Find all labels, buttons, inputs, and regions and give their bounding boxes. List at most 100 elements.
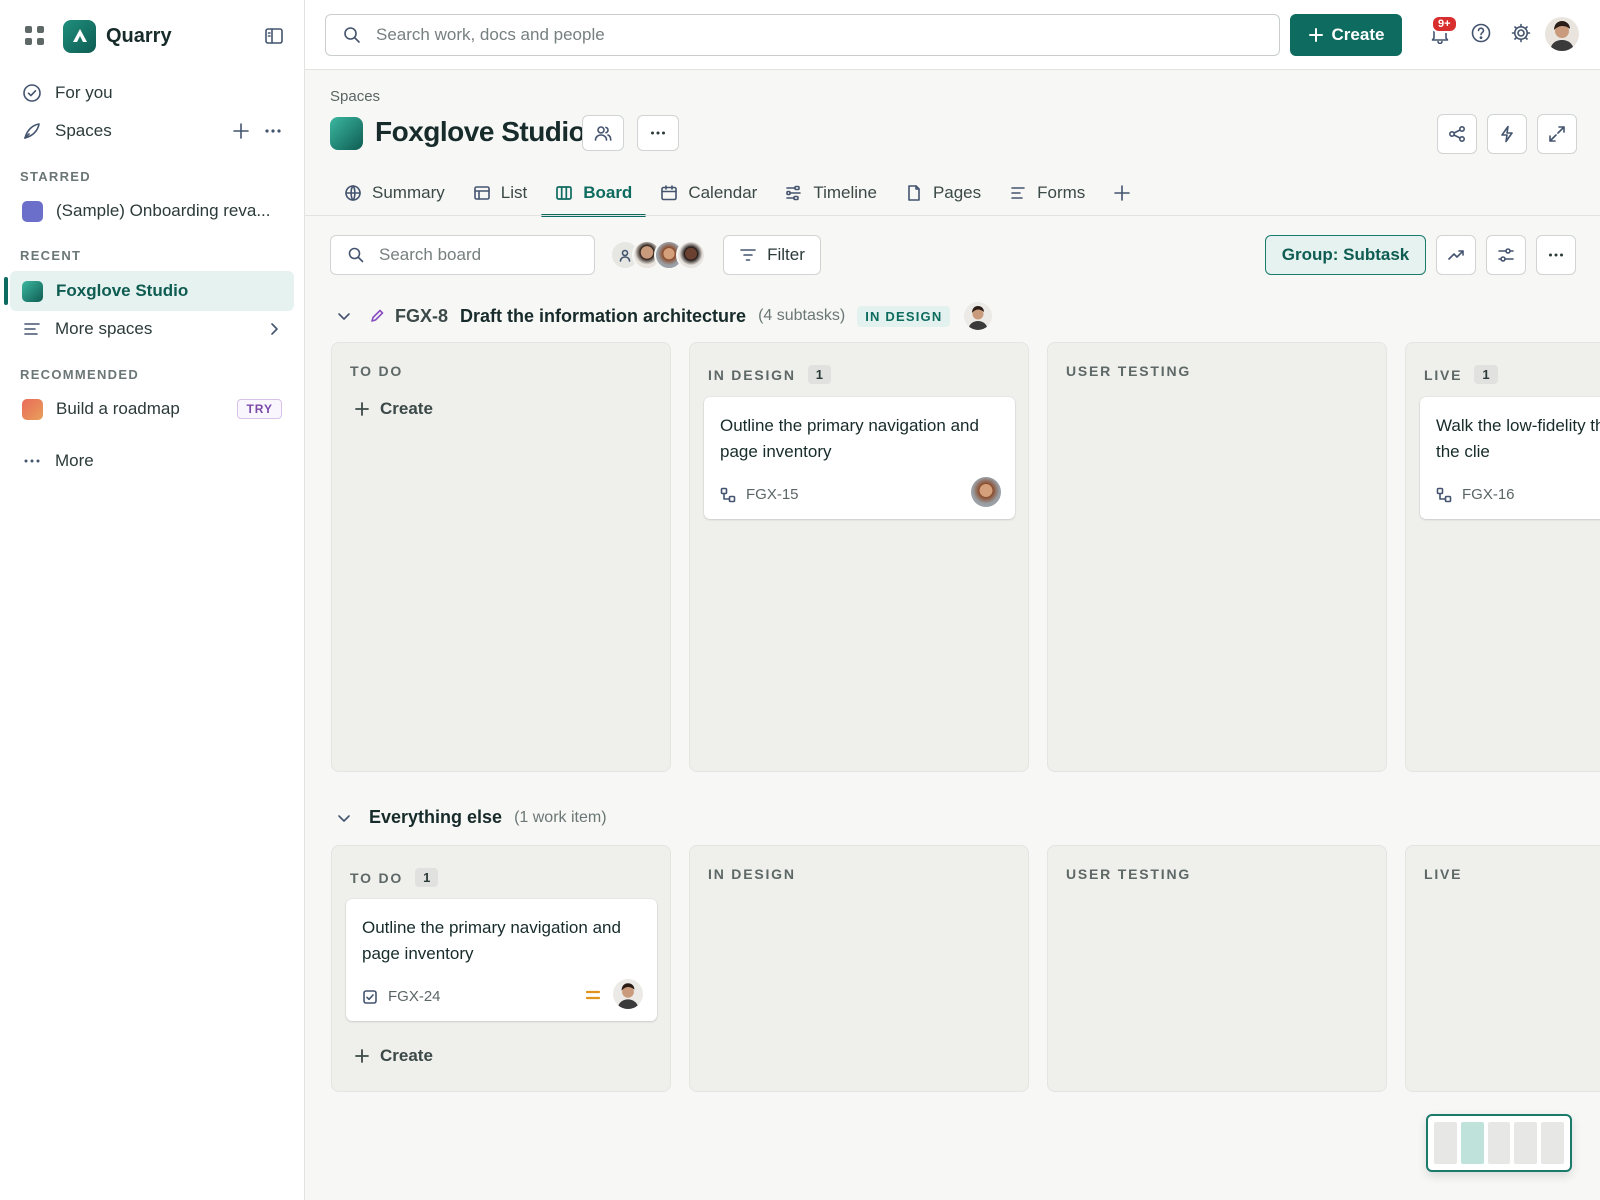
work-item-card-fgx-24[interactable]: Outline the primary navigation and page … — [346, 899, 657, 1021]
minimap-column — [1514, 1122, 1538, 1164]
column-title: TO DO — [350, 363, 403, 379]
tab-summary[interactable]: Summary — [330, 170, 459, 216]
column-title: LIVE 1 — [1424, 365, 1498, 384]
parent-item-title[interactable]: Draft the information architecture — [460, 306, 746, 327]
help-icon[interactable] — [1470, 22, 1492, 44]
column-title: IN DESIGN 1 — [708, 365, 831, 384]
board-more-button[interactable] — [1536, 235, 1576, 275]
sidebar-item-starred-onboarding[interactable]: (Sample) Onboarding reva... — [10, 192, 294, 230]
quarry-logo-icon[interactable] — [63, 19, 96, 53]
forms-icon — [1009, 184, 1027, 202]
plus-icon — [1308, 27, 1324, 43]
app-switcher-icon[interactable] — [24, 25, 46, 47]
share-button[interactable] — [1437, 114, 1477, 154]
insights-button[interactable] — [1436, 235, 1476, 275]
minimap-viewport — [1460, 1122, 1484, 1164]
tab-list[interactable]: List — [459, 170, 541, 216]
space-tabs: Summary List Board Calendar Timeline Pag… — [330, 170, 1145, 217]
add-tab-button[interactable] — [1099, 170, 1145, 216]
global-search-input[interactable]: Search work, docs and people — [325, 14, 1280, 56]
lines-icon — [22, 319, 42, 339]
user-avatar[interactable] — [1545, 17, 1579, 51]
fullscreen-button[interactable] — [1537, 114, 1577, 154]
sidebar-item-more[interactable]: More — [10, 442, 294, 480]
column-user-testing: USER TESTING — [1047, 845, 1387, 1092]
column-in-design: IN DESIGN 1 Outline the primary navigati… — [689, 342, 1029, 772]
column-title: USER TESTING — [1066, 866, 1191, 882]
timeline-icon — [785, 184, 803, 202]
board-search-input[interactable]: Search board — [330, 235, 595, 275]
search-placeholder: Search work, docs and people — [376, 25, 605, 44]
collapse-sidebar-icon[interactable] — [264, 26, 284, 46]
tab-pages[interactable]: Pages — [891, 170, 995, 216]
column-to-do: TO DO 1 Outline the primary navigation a… — [331, 845, 671, 1092]
group-by-button[interactable]: Group: Subtask — [1265, 235, 1426, 275]
sidebar-item-label: (Sample) Onboarding reva... — [56, 201, 271, 220]
subtask-icon — [720, 487, 736, 503]
plus-icon — [354, 1048, 370, 1064]
notification-badge: 9+ — [1431, 15, 1458, 33]
globe-icon — [344, 184, 362, 202]
sidebar-item-foxglove-studio[interactable]: Foxglove Studio — [10, 271, 294, 311]
page-icon — [905, 184, 923, 202]
tab-calendar[interactable]: Calendar — [646, 170, 771, 216]
create-item-button[interactable]: Create — [354, 399, 433, 419]
space-more-button[interactable] — [637, 115, 679, 151]
add-space-icon[interactable] — [232, 122, 250, 140]
tab-label: Forms — [1037, 183, 1086, 202]
space-members-button[interactable] — [582, 115, 624, 151]
tab-forms[interactable]: Forms — [995, 170, 1099, 216]
column-title-text: USER TESTING — [1066, 866, 1192, 882]
breadcrumb[interactable]: Spaces — [330, 88, 380, 105]
view-settings-button[interactable] — [1486, 235, 1526, 275]
more-icon[interactable] — [264, 122, 282, 140]
assignee-avatar[interactable] — [971, 477, 1001, 507]
sidebar-item-more-spaces[interactable]: More spaces — [10, 310, 294, 348]
more-icon — [22, 451, 42, 471]
people-icon — [594, 124, 612, 142]
minimap-column — [1541, 1122, 1564, 1164]
card-key[interactable]: FGX-16 — [1462, 486, 1515, 503]
sidebar: Quarry For you Spaces STARRED (Sample) O… — [0, 0, 305, 1200]
create-item-button[interactable]: Create — [354, 1046, 433, 1066]
sidebar-item-build-roadmap[interactable]: Build a roadmap TRY — [10, 390, 294, 428]
filter-button[interactable]: Filter — [723, 235, 821, 275]
tab-board[interactable]: Board — [541, 170, 647, 217]
chevron-down-icon[interactable] — [335, 809, 353, 827]
swimlane-header-everything-else[interactable]: Everything else (1 work item) — [335, 807, 607, 828]
task-checkbox-icon — [362, 989, 378, 1005]
space-icon — [330, 117, 363, 150]
tab-label: List — [500, 183, 528, 202]
work-item-card-fgx-16[interactable]: Walk the low-fidelity through with the c… — [1420, 397, 1600, 519]
check-circle-icon — [22, 83, 42, 103]
card-key[interactable]: FGX-24 — [388, 988, 441, 1005]
rocket-icon — [22, 121, 42, 141]
tab-label: Summary — [372, 183, 445, 202]
create-button[interactable]: Create — [1290, 14, 1402, 56]
assignee-avatar[interactable] — [964, 302, 993, 330]
column-title-text: TO DO — [350, 363, 404, 379]
assignee-avatar[interactable] — [676, 240, 706, 270]
app-name[interactable]: Quarry — [106, 25, 172, 48]
assignee-avatar[interactable] — [613, 979, 643, 1009]
status-badge: IN DESIGN — [857, 305, 951, 327]
tabs-divider — [305, 215, 1600, 216]
tab-timeline[interactable]: Timeline — [771, 170, 891, 216]
starred-heading: STARRED — [20, 169, 91, 184]
sidebar-item-label: Spaces — [55, 121, 112, 140]
board-minimap[interactable] — [1426, 1114, 1572, 1172]
chevron-down-icon[interactable] — [335, 307, 353, 325]
recent-heading: RECENT — [20, 248, 82, 263]
space-color-icon — [22, 280, 43, 302]
sidebar-item-spaces[interactable]: Spaces — [10, 112, 294, 150]
automation-button[interactable] — [1487, 114, 1527, 154]
column-title-text: IN DESIGN — [708, 866, 796, 882]
gear-icon[interactable] — [1510, 22, 1532, 44]
parent-item-key[interactable]: FGX-8 — [395, 306, 448, 327]
create-label: Create — [1331, 25, 1385, 44]
work-item-card-fgx-15[interactable]: Outline the primary navigation and page … — [704, 397, 1015, 519]
assignee-filter[interactable] — [610, 240, 706, 270]
sidebar-item-for-you[interactable]: For you — [10, 74, 294, 112]
swimlane-header-fgx-8[interactable]: FGX-8 Draft the information architecture… — [335, 302, 993, 330]
card-key[interactable]: FGX-15 — [746, 486, 799, 503]
